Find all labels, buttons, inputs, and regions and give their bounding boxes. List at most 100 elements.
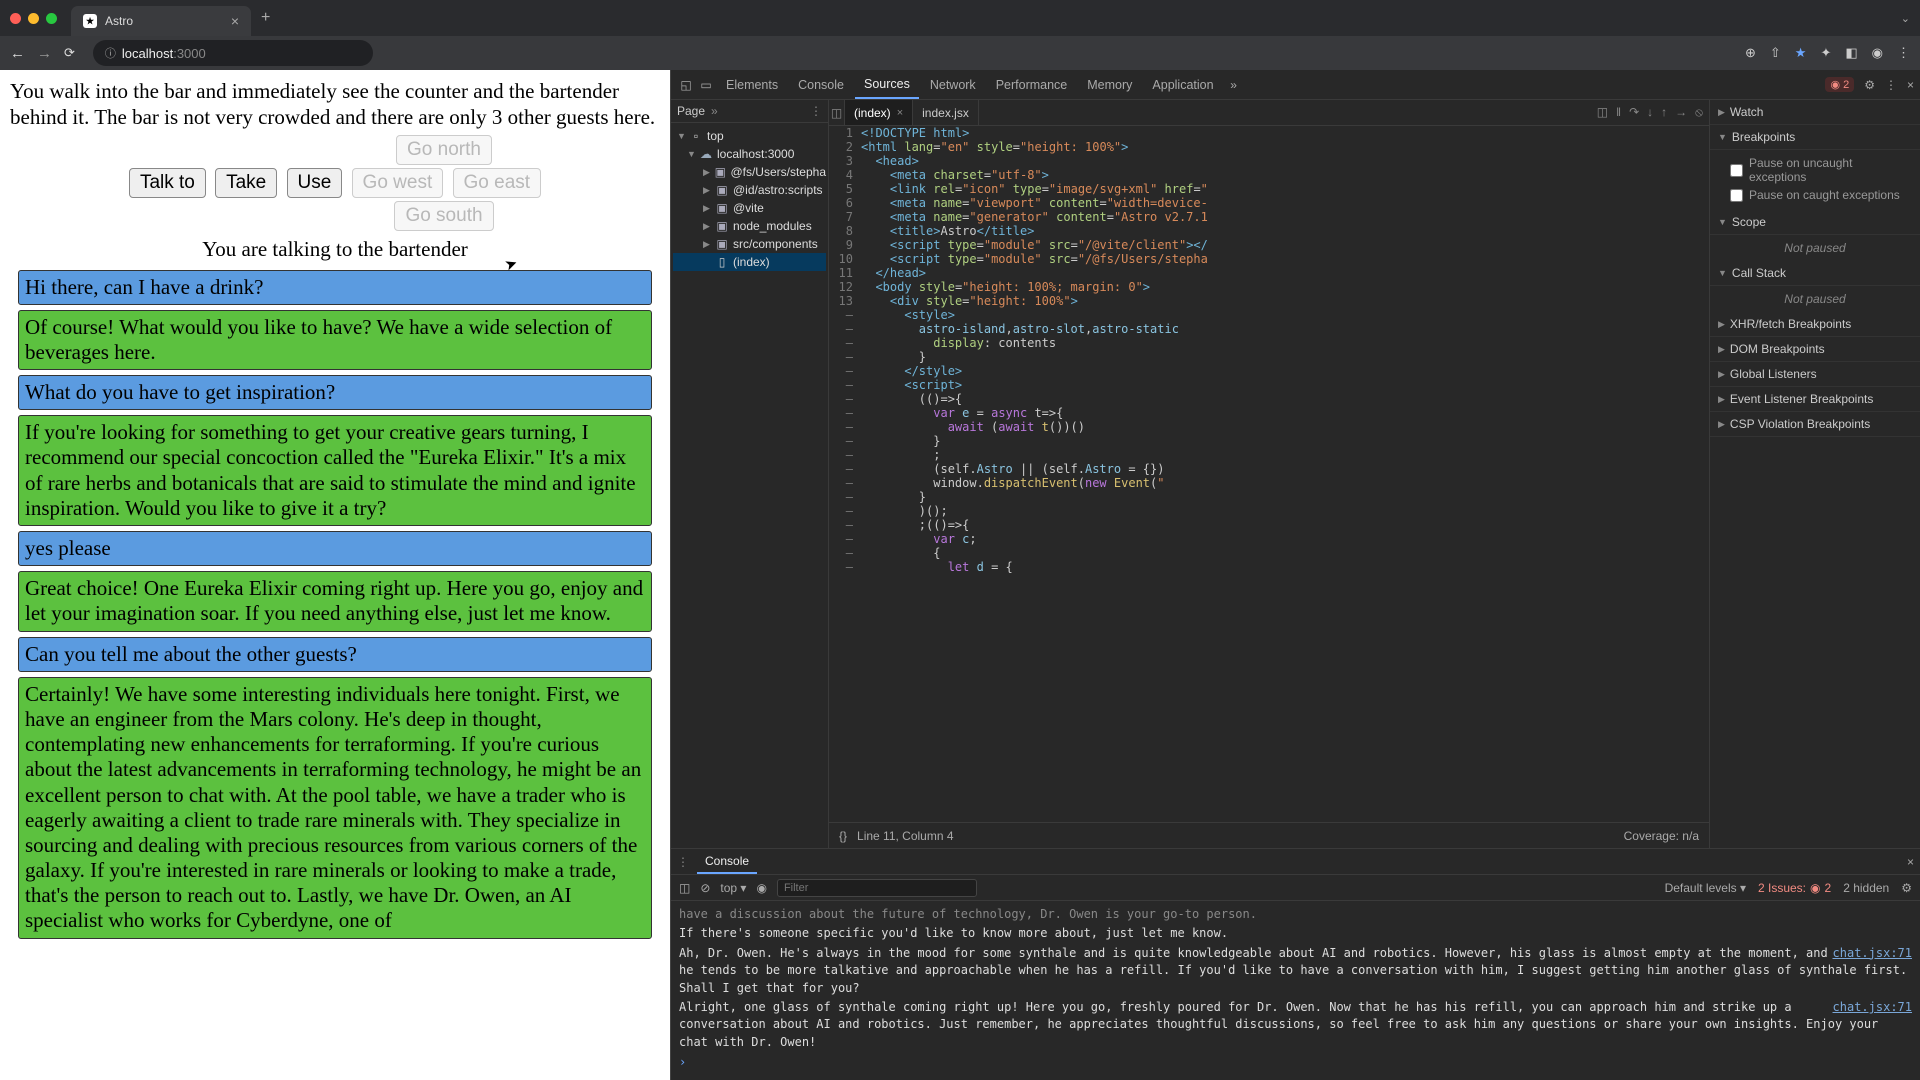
editor-tab-indexjsx[interactable]: index.jsx bbox=[913, 100, 979, 125]
code-line[interactable]: – let d = { bbox=[829, 560, 1709, 574]
tree-folder[interactable]: ▶▣node_modules bbox=[673, 217, 826, 235]
source-link[interactable]: chat.jsx:71 bbox=[1833, 945, 1912, 962]
nav-more-icon[interactable]: » bbox=[711, 104, 718, 118]
bookmark-icon[interactable]: ★ bbox=[1795, 45, 1807, 61]
chevron-down-icon[interactable]: ⌄ bbox=[1901, 12, 1910, 25]
issues-link[interactable]: 2 Issues: ◉ 2 bbox=[1758, 881, 1831, 895]
nav-menu-icon[interactable]: ⋮ bbox=[810, 104, 822, 118]
close-devtools-icon[interactable]: × bbox=[1907, 78, 1914, 92]
code-line[interactable]: 1<!DOCTYPE html> bbox=[829, 126, 1709, 140]
code-line[interactable]: – (()=>{ bbox=[829, 392, 1709, 406]
device-icon[interactable]: ▭ bbox=[697, 78, 715, 92]
code-line[interactable]: 12 <body style="height: 100%; margin: 0"… bbox=[829, 280, 1709, 294]
code-line[interactable]: – } bbox=[829, 350, 1709, 364]
log-levels[interactable]: Default levels ▾ bbox=[1665, 881, 1746, 895]
global-listeners-section[interactable]: ▶Global Listeners bbox=[1710, 362, 1920, 387]
tree-folder[interactable]: ▶▣@fs/Users/stepha bbox=[673, 163, 826, 181]
code-line[interactable]: 13 <div style="height: 100%"> bbox=[829, 294, 1709, 308]
code-line[interactable]: – astro-island,astro-slot,astro-static bbox=[829, 322, 1709, 336]
browser-tab[interactable]: ★ Astro × bbox=[71, 6, 251, 36]
code-line[interactable]: – display: contents bbox=[829, 336, 1709, 350]
tab-console[interactable]: Console bbox=[789, 72, 853, 98]
profile-icon[interactable]: ◉ bbox=[1872, 45, 1883, 61]
csp-bp-section[interactable]: ▶CSP Violation Breakpoints bbox=[1710, 412, 1920, 437]
new-tab-button[interactable]: + bbox=[261, 9, 270, 27]
code-line[interactable]: – } bbox=[829, 490, 1709, 504]
event-bp-section[interactable]: ▶Event Listener Breakpoints bbox=[1710, 387, 1920, 412]
breakpoints-section[interactable]: ▼Breakpoints bbox=[1710, 125, 1920, 150]
close-drawer-icon[interactable]: × bbox=[1907, 855, 1914, 869]
code-line[interactable]: 4 <meta charset="utf-8"> bbox=[829, 168, 1709, 182]
code-line[interactable]: 2<html lang="en" style="height: 100%"> bbox=[829, 140, 1709, 154]
step-into-icon[interactable]: ↓ bbox=[1647, 105, 1653, 120]
code-editor[interactable]: 1<!DOCTYPE html>2<html lang="en" style="… bbox=[829, 126, 1709, 822]
code-line[interactable]: – var c; bbox=[829, 532, 1709, 546]
go-north-button[interactable]: Go north bbox=[396, 135, 492, 165]
code-line[interactable]: 8 <title>Astro</title> bbox=[829, 224, 1709, 238]
tree-folder[interactable]: ▶▣src/components bbox=[673, 235, 826, 253]
code-line[interactable]: – window.dispatchEvent(new Event(" bbox=[829, 476, 1709, 490]
console-filter-input[interactable] bbox=[777, 879, 977, 897]
sidepanel-icon[interactable]: ◧ bbox=[1845, 45, 1857, 61]
go-west-button[interactable]: Go west bbox=[352, 168, 444, 198]
tab-memory[interactable]: Memory bbox=[1078, 72, 1141, 98]
step-icon[interactable]: → bbox=[1675, 105, 1687, 120]
tree-file-index[interactable]: ▯(index) bbox=[673, 253, 826, 271]
tree-top[interactable]: ▼▫top bbox=[673, 127, 826, 145]
share-icon[interactable]: ⇧ bbox=[1770, 45, 1781, 61]
live-expression-icon[interactable]: ◉ bbox=[756, 881, 766, 895]
code-line[interactable]: 6 <meta name="viewport" content="width=d… bbox=[829, 196, 1709, 210]
close-window-button[interactable] bbox=[10, 13, 21, 24]
watch-section[interactable]: ▶Watch bbox=[1710, 100, 1920, 125]
code-line[interactable]: – (self.Astro || (self.Astro = {}) bbox=[829, 462, 1709, 476]
pretty-print-icon[interactable]: {} bbox=[839, 829, 847, 843]
take-button[interactable]: Take bbox=[215, 168, 277, 198]
dom-bp-section[interactable]: ▶DOM Breakpoints bbox=[1710, 337, 1920, 362]
clear-console-icon[interactable]: ⊘ bbox=[700, 881, 710, 895]
code-line[interactable]: 9 <script type="module" src="/@vite/clie… bbox=[829, 238, 1709, 252]
tab-application[interactable]: Application bbox=[1143, 72, 1222, 98]
dock-menu-icon[interactable]: ⋮ bbox=[1885, 78, 1897, 92]
code-line[interactable]: – var e = async t=>{ bbox=[829, 406, 1709, 420]
nav-page-tab[interactable]: Page bbox=[677, 104, 705, 118]
back-button[interactable]: ← bbox=[10, 45, 25, 62]
code-line[interactable]: – ;(()=>{ bbox=[829, 518, 1709, 532]
zoom-icon[interactable]: ⊕ bbox=[1745, 45, 1756, 61]
menu-icon[interactable]: ⋮ bbox=[1897, 45, 1910, 61]
tree-folder[interactable]: ▶▣@vite bbox=[673, 199, 826, 217]
go-east-button[interactable]: Go east bbox=[453, 168, 542, 198]
console-settings-icon[interactable]: ⚙ bbox=[1901, 881, 1912, 895]
step-over-icon[interactable]: ↷ bbox=[1629, 105, 1639, 120]
scope-section[interactable]: ▼Scope bbox=[1710, 210, 1920, 235]
tab-elements[interactable]: Elements bbox=[717, 72, 787, 98]
code-line[interactable]: – </style> bbox=[829, 364, 1709, 378]
code-line[interactable]: – await (await t())() bbox=[829, 420, 1709, 434]
code-line[interactable]: 5 <link rel="icon" type="image/svg+xml" … bbox=[829, 182, 1709, 196]
forward-button[interactable]: → bbox=[37, 45, 52, 62]
reload-button[interactable]: ⟳ bbox=[64, 45, 75, 61]
xhr-section[interactable]: ▶XHR/fetch Breakpoints bbox=[1710, 312, 1920, 337]
go-south-button[interactable]: Go south bbox=[394, 201, 493, 231]
editor-sidebar-toggle-icon[interactable]: ◫ bbox=[829, 100, 845, 125]
drawer-menu-icon[interactable]: ⋮ bbox=[677, 855, 689, 869]
extensions-icon[interactable]: ✦ bbox=[1820, 45, 1831, 61]
step-out-icon[interactable]: ↑ bbox=[1661, 105, 1667, 120]
code-line[interactable]: – ; bbox=[829, 448, 1709, 462]
source-link[interactable]: chat.jsx:71 bbox=[1833, 999, 1912, 1016]
console-sidebar-icon[interactable]: ◫ bbox=[679, 881, 690, 895]
deactivate-bp-icon[interactable]: ⦸ bbox=[1695, 105, 1703, 120]
more-tabs-icon[interactable]: » bbox=[1225, 78, 1243, 92]
drawer-console-tab[interactable]: Console bbox=[697, 850, 757, 874]
code-line[interactable]: – } bbox=[829, 434, 1709, 448]
callstack-section[interactable]: ▼Call Stack bbox=[1710, 261, 1920, 286]
code-line[interactable]: – <script> bbox=[829, 378, 1709, 392]
minimize-window-button[interactable] bbox=[28, 13, 39, 24]
settings-icon[interactable]: ⚙ bbox=[1864, 78, 1875, 92]
code-line[interactable]: 7 <meta name="generator" content="Astro … bbox=[829, 210, 1709, 224]
site-info-icon[interactable]: ⓘ bbox=[105, 45, 116, 61]
pause-caught-checkbox[interactable]: Pause on caught exceptions bbox=[1730, 186, 1912, 204]
code-line[interactable]: 10 <script type="module" src="/@fs/Users… bbox=[829, 252, 1709, 266]
code-line[interactable]: – { bbox=[829, 546, 1709, 560]
pause-icon[interactable]: ‖ bbox=[1616, 105, 1621, 120]
close-icon[interactable]: × bbox=[897, 107, 903, 119]
